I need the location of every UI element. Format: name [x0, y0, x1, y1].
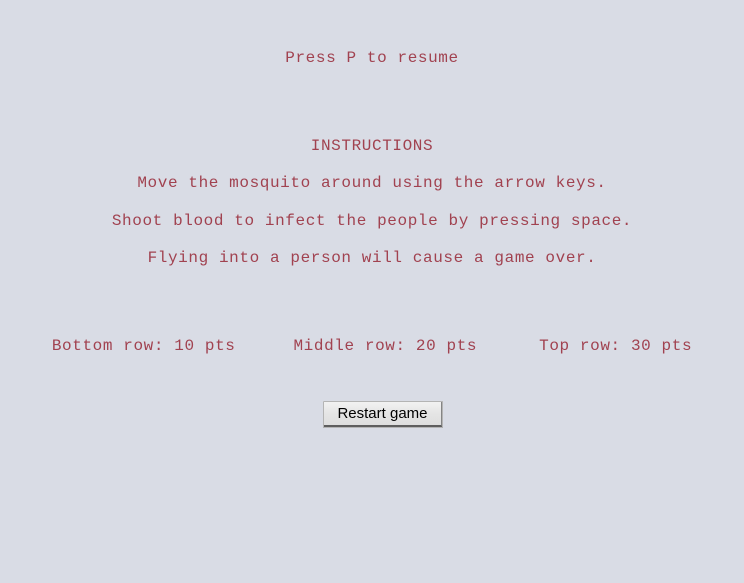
- instruction-line-shooting: Shoot blood to infect the people by pres…: [111, 212, 633, 230]
- instructions-heading: INSTRUCTIONS: [310, 137, 434, 155]
- instruction-line-movement: Move the mosquito around using the arrow…: [137, 174, 607, 192]
- score-middle-row: Middle row: 20 pts: [293, 337, 478, 355]
- scoring-legend: Bottom row: 10 pts Middle row: 20 pts Top …: [0, 338, 744, 354]
- resume-hint-text: Press P to resume: [285, 49, 459, 67]
- instruction-line-game-over: Flying into a person will cause a game o…: [147, 249, 597, 267]
- score-top-row: Top row: 30 pts: [539, 337, 693, 355]
- game-paused-screen: Press P to resume INSTRUCTIONS Move the …: [0, 0, 744, 583]
- score-bottom-row: Bottom row: 10 pts: [51, 337, 236, 355]
- scoring-legend-inner: Bottom row: 10 pts Middle row: 20 pts Top …: [52, 338, 692, 354]
- restart-game-button[interactable]: Restart game: [323, 401, 443, 428]
